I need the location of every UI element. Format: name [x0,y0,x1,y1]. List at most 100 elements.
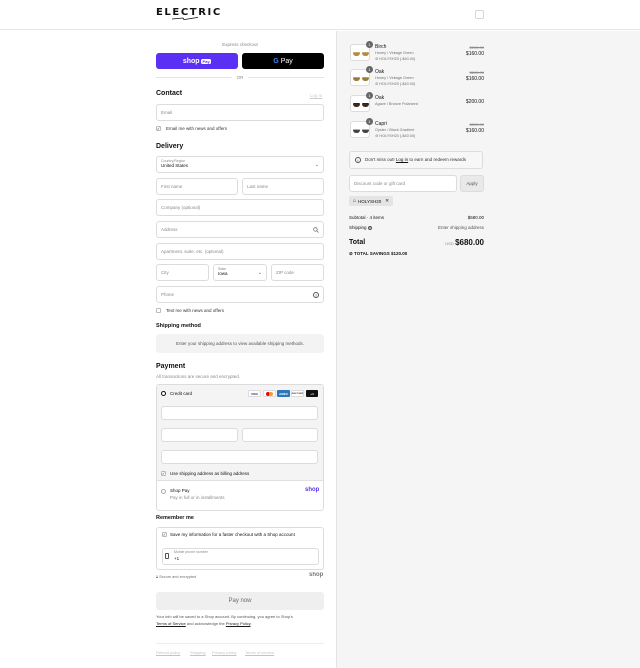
shop-pay-radio[interactable] [161,489,166,494]
currency-code: USD [445,241,454,246]
product-name: Oak [375,69,385,75]
privacy-link[interactable]: Privacy Policy [226,621,251,626]
shop-pay-option-sub: Pay in full or in installments [170,495,225,500]
card-number-input[interactable] [161,406,318,420]
tag-icon: ⊘ [375,82,379,86]
info-icon: i [355,157,361,163]
shipping-method-note: Enter your shipping address to view avai… [156,334,324,353]
lens-right [362,129,369,133]
credit-card-label: Credit card [170,391,193,396]
help-icon[interactable]: ? [367,226,372,230]
lens-left [353,129,360,133]
lens-left [353,77,360,81]
footer-terms-link[interactable]: Terms of service [245,650,274,655]
footer-refund-policy-link[interactable]: Refund policy [156,650,180,655]
lens-left [353,52,360,56]
mobile-phone-icon [165,553,169,559]
shop-pay-label: shop [182,57,200,65]
shop-pay-logo: shop [305,487,320,493]
discount-code-tag: ⌂ HOLYSH20 ✕ [349,196,393,206]
remove-code-icon[interactable]: ✕ [385,198,389,204]
product-discount: ⊘ HOLYSH20 (-$40.00) [375,133,415,138]
apply-button[interactable]: Apply [460,175,484,192]
subtotal-value: $680.00 [467,215,484,220]
product-discount-code: HOLYSH20 (-$40.00) [379,82,416,86]
save-info-checkbox[interactable]: ✓ [162,532,167,537]
secure-encrypted: 🔒︎ Secure and encrypted [156,575,196,579]
email-input[interactable]: Email [156,104,324,121]
original-price: $200.00 [469,70,484,75]
save-info-label: Save my information for a faster checkou… [170,532,295,537]
rewards-login-link[interactable]: Log in [396,157,408,162]
product-discount-code: HOLYSH20 (-$40.00) [379,134,416,138]
mobile-phone-value: +1 [174,556,180,561]
product-variant: Agave / Bronze Polarized [375,102,418,106]
rewards-post: to earn and redeem rewards [409,157,466,162]
quantity-badge: 1 [366,118,373,125]
visa-icon: VISA [248,390,261,397]
address-placeholder: Address [161,227,178,232]
city-input[interactable]: City [156,264,209,281]
cart-bag-icon[interactable] [475,10,484,19]
item-price: $160.00 [465,51,484,57]
last-name-input[interactable]: Last name [242,178,324,195]
mobile-phone-label: Mobile phone number [174,550,208,554]
sms-label: Text me with news and offers [166,308,224,313]
quantity-badge: 1 [366,66,373,73]
country-select[interactable]: Country/Region United States ⌄ [156,156,324,173]
phone-input[interactable]: Phone ? [156,286,324,303]
zip-input[interactable]: ZIP code [271,264,324,281]
terms-link[interactable]: Terms of Service [156,621,186,626]
first-name-input[interactable]: First name [156,178,238,195]
total-savings: ⊘ TOTAL SAVINGS $120.00 [349,251,407,257]
product-variant: Oyster / Black Gradient [375,128,415,132]
lens-left [353,103,360,107]
address-input[interactable]: Address [156,221,324,238]
or-label: OR [232,75,248,80]
lens-right [362,52,369,56]
product-name: Oak [375,95,385,101]
mastercard-icon [263,390,276,397]
sms-checkbox[interactable] [156,308,161,313]
remember-me-heading: Remember me [156,515,194,521]
shipping-method-heading: Shipping method [156,323,201,329]
product-variant: Honey / Vintage Green [375,76,414,80]
credit-card-radio[interactable] [161,391,166,396]
discover-icon: DISCOVER [291,390,304,397]
product-name: Birch [375,44,387,50]
payment-heading: Payment [156,363,186,370]
footer-divider [156,643,324,644]
search-icon [313,227,319,233]
name-on-card-input[interactable] [161,450,318,464]
google-g-icon: G [273,57,279,65]
google-pay-label: Pay [280,57,293,65]
state-select[interactable]: State Iowa ⌄ [213,264,267,281]
newsletter-checkbox[interactable]: ✓ [156,126,161,131]
country-value: United States [161,163,189,168]
original-price: $200.00 [469,45,484,50]
savings-tag-icon: ⊘ [349,251,353,256]
billing-same-checkbox[interactable]: ✓ [161,471,166,476]
google-pay-button[interactable]: G Pay [242,53,324,69]
quantity-badge: 1 [366,41,373,48]
footer-shipping-link[interactable]: Shipping [190,650,206,655]
footer-privacy-policy-link[interactable]: Privacy policy [212,650,236,655]
apartment-input[interactable]: Apartment, suite, etc. (optional) [156,243,324,260]
login-link[interactable]: Log in [310,93,322,98]
savings-label: TOTAL SAVINGS [354,251,390,256]
shop-pay-button[interactable]: shop Pay [156,53,238,69]
pay-now-button[interactable]: Pay now [156,592,324,610]
rewards-text: Don't miss out! Log in to earn and redee… [365,157,466,162]
item-price: $200.00 [465,99,484,105]
product-discount: ⊘ HOLYSH20 (-$40.00) [375,81,415,86]
help-icon[interactable]: ? [313,292,319,298]
shipping-label: Shipping [349,225,367,230]
tag-icon: ⊘ [375,134,379,138]
shop-logo: shop [309,572,324,578]
discount-code-input[interactable]: Discount code or gift card [349,175,457,192]
total-label: Total [349,239,366,246]
savings-value: $120.00 [390,251,408,256]
security-code-input[interactable] [242,428,318,442]
expiration-input[interactable] [161,428,238,442]
company-input[interactable]: Company (optional) [156,199,324,216]
